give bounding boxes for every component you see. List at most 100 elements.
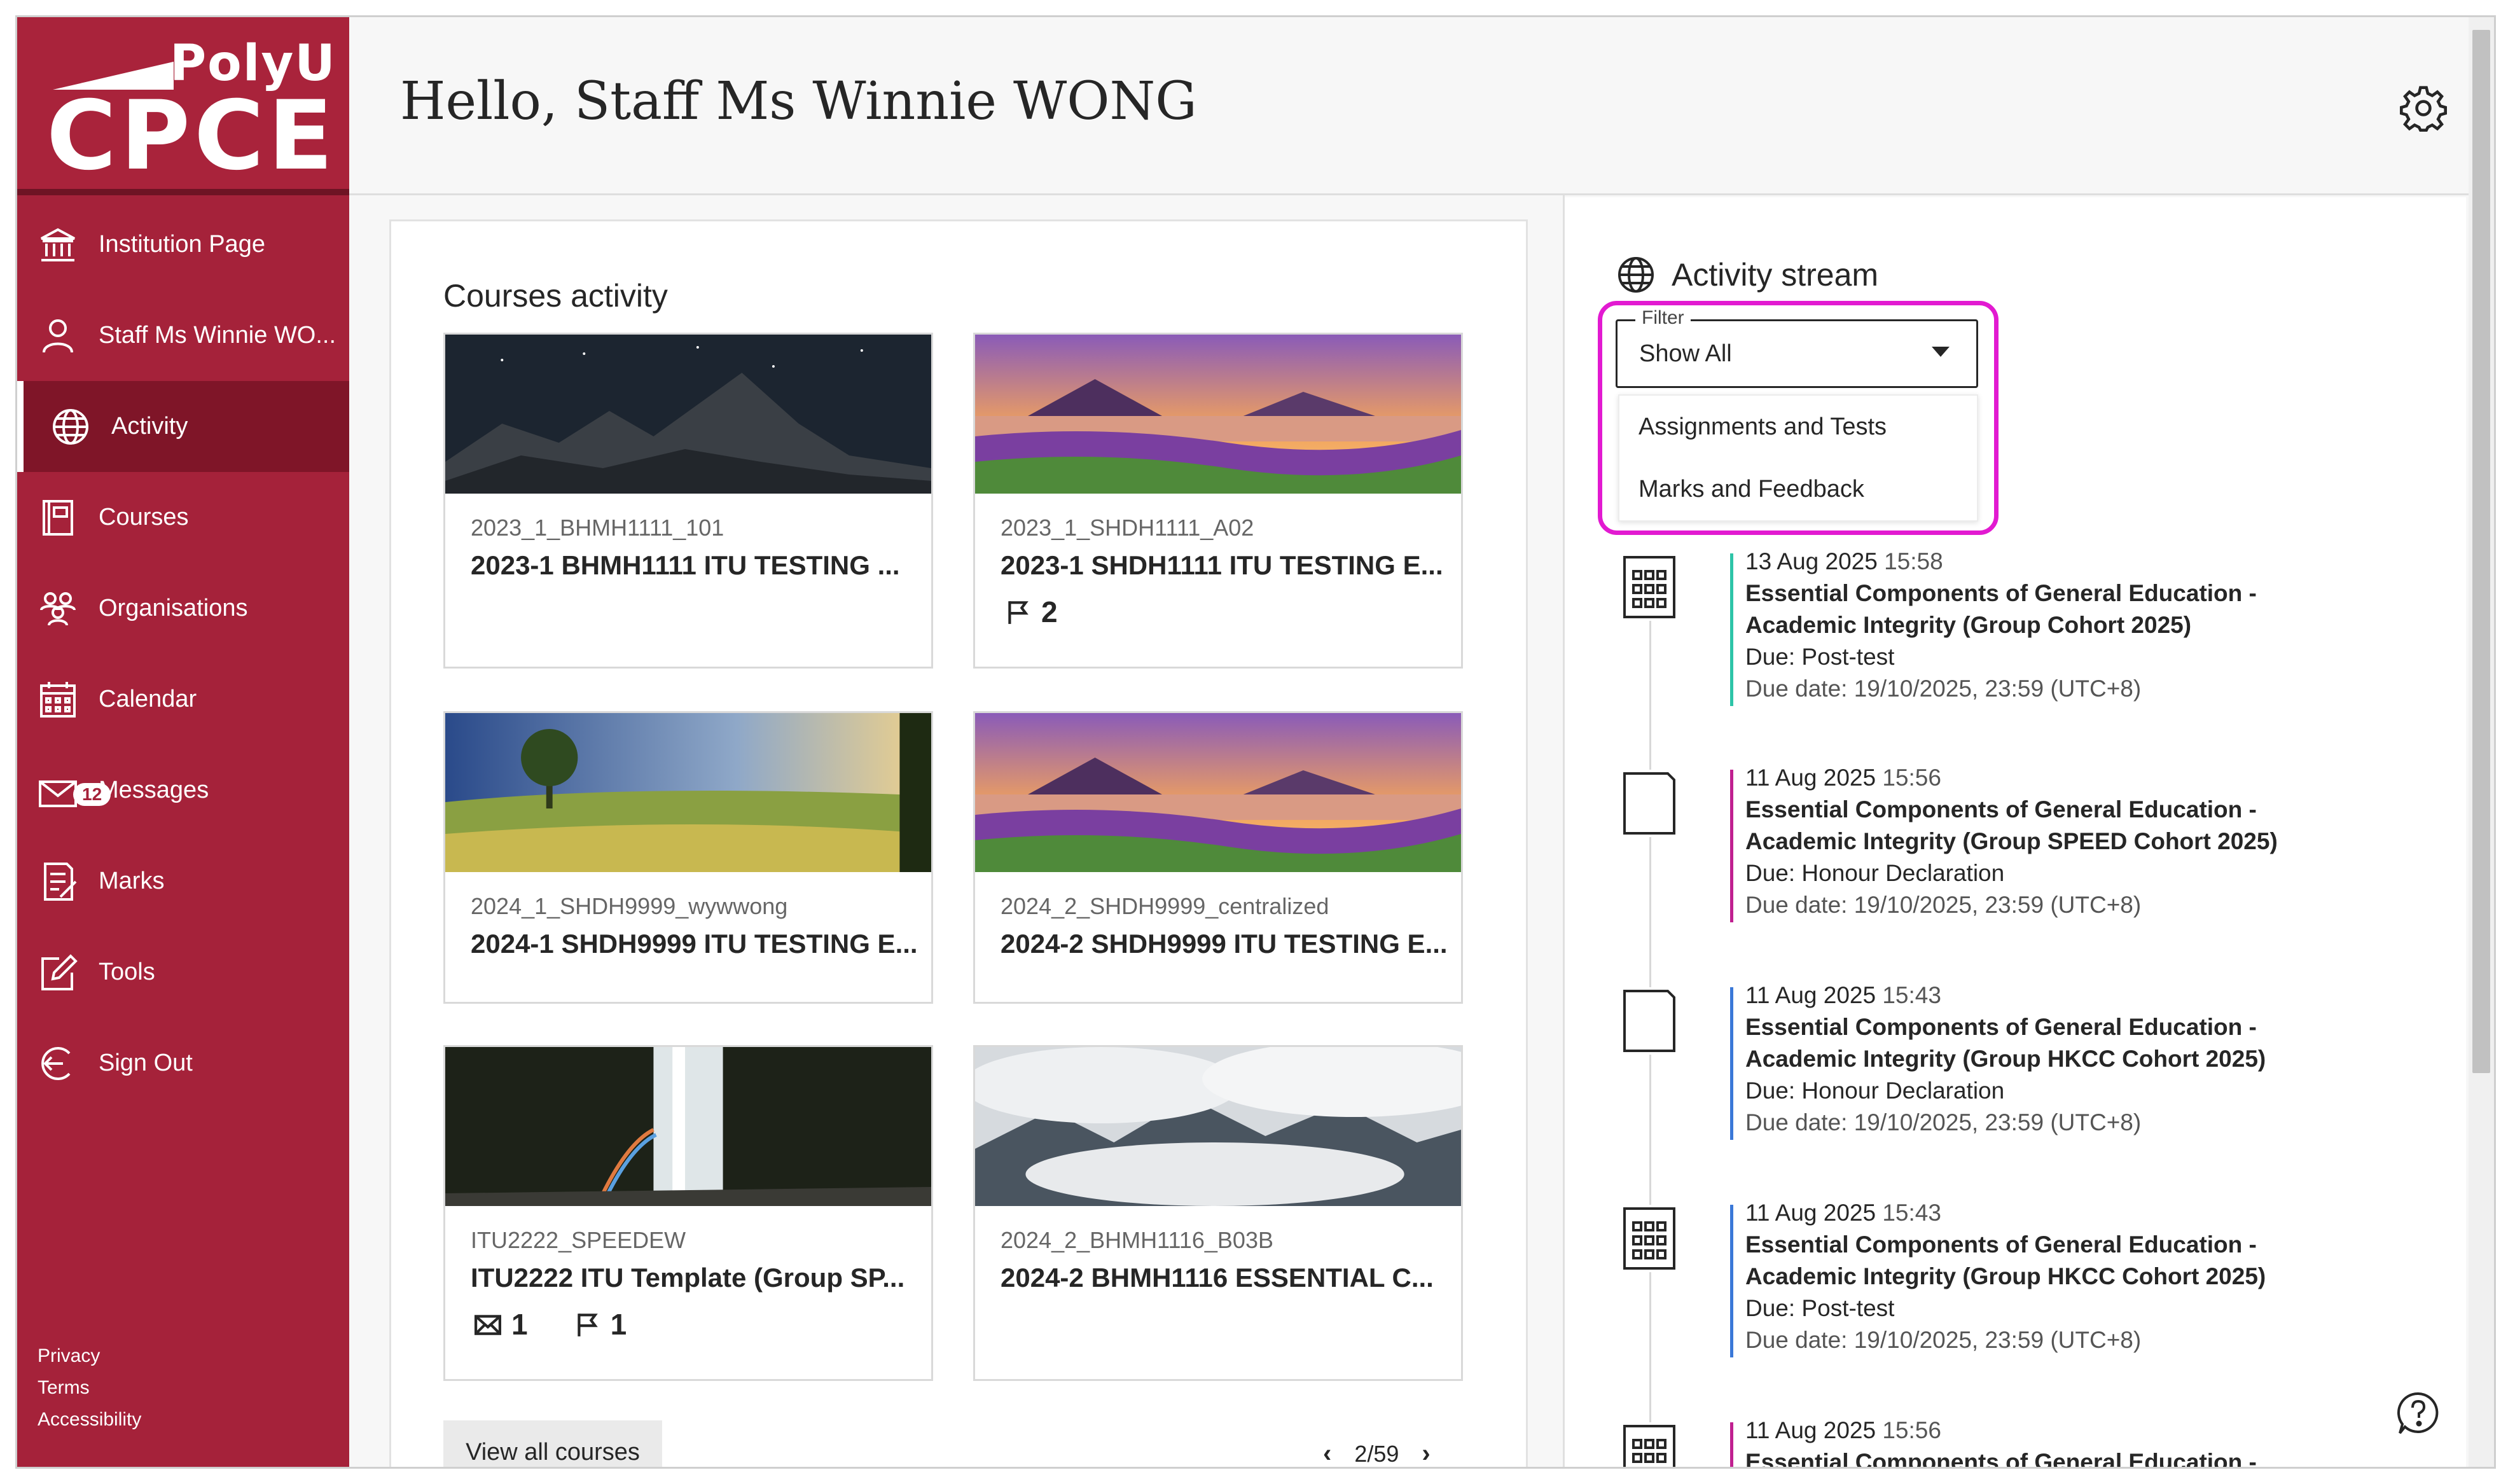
course-meta: 2 [1004, 595, 1461, 629]
event-due-date: Due date: 19/10/2025, 23:59 (UTC+8) [1745, 1109, 2142, 1135]
sidebar-item-label: Messages [99, 777, 209, 803]
page-scrollbar[interactable] [2469, 17, 2494, 1467]
organisations-icon [36, 587, 80, 630]
help-icon[interactable] [2396, 1391, 2441, 1436]
course-image-meadow [445, 713, 931, 872]
courses-activity-panel: Courses activity 2023_1_BHMH1111_101 202… [389, 219, 1528, 1467]
course-title[interactable]: 2024-1 SHDH9999 ITU TESTING E... [471, 929, 931, 959]
sidebar-item-courses[interactable]: Courses [17, 472, 349, 563]
course-image-waterfall [445, 1047, 931, 1206]
event-time: 15:43 [1882, 1200, 1941, 1226]
gear-icon[interactable] [2400, 85, 2447, 132]
course-code: 2023_1_SHDH1111_A02 [1001, 515, 1254, 541]
event-color-bar [1730, 987, 1733, 1140]
polyu-cpce-logo[interactable]: PolyU CPCE [17, 17, 349, 195]
event-time: 15:43 [1882, 982, 1941, 1008]
flag-count: 2 [1041, 595, 1058, 628]
sidebar-item-profile[interactable]: Staff Ms Winnie WO... [17, 290, 349, 381]
sidebar-item-tools[interactable]: Tools [17, 927, 349, 1018]
privacy-link[interactable]: Privacy [38, 1340, 141, 1372]
stream-event[interactable]: 11 Aug 2025 15:56 Essential Components o… [1616, 1417, 2442, 1467]
event-text: 11 Aug 2025 15:43 Essential Components o… [1745, 980, 2266, 1139]
course-image-clouds-mountain [962, 1041, 1506, 1206]
sidebar-item-institution-page[interactable]: Institution Page [17, 199, 349, 290]
sidebar-nav: Institution Page Staff Ms Winnie WO... A… [17, 199, 349, 1109]
filter-highlight-outline [1598, 301, 1999, 535]
course-card[interactable]: 2023_1_SHDH1111_A02 2023-1 SHDH1111 ITU … [973, 333, 1463, 669]
sidebar-item-label: Organisations [99, 595, 248, 621]
course-code: 2024_2_BHMH1116_B03B [1001, 1227, 1273, 1253]
view-all-courses-button[interactable]: View all courses [443, 1420, 662, 1467]
stream-event[interactable]: 11 Aug 2025 15:43 Essential Components o… [1616, 1200, 2442, 1357]
event-date: 11 Aug 2025 [1745, 765, 1876, 791]
course-card[interactable]: 2024_2_BHMH1116_B03B 2024-2 BHMH1116 ESS… [962, 1041, 1506, 1381]
course-meta: 1 1 [475, 1307, 931, 1342]
sidebar-item-messages[interactable]: 12 Messages [17, 745, 349, 836]
page-header: Hello, Staff Ms Winnie WONG [349, 17, 2494, 195]
course-title[interactable]: 2024-2 BHMH1116 ESSENTIAL C... [1001, 1263, 1461, 1293]
course-code: 2023_1_BHMH1111_101 [471, 515, 724, 541]
sidebar-item-organisations[interactable]: Organisations [17, 563, 349, 654]
envelope-icon [475, 1315, 501, 1335]
event-name-line1[interactable]: Essential Components of General Educatio… [1745, 1011, 2266, 1043]
app-window: PolyU CPCE Institution Page Staff Ms Win… [15, 15, 2496, 1469]
stream-event[interactable]: 13 Aug 2025 15:58 Essential Components o… [1616, 548, 2442, 706]
event-name-line1[interactable]: Essential Components of General Educatio… [1745, 578, 2257, 609]
course-card[interactable]: 2024_2_SHDH9999_centralized 2024-2 SHDH9… [973, 711, 1463, 1004]
course-title[interactable]: 2023-1 SHDH1111 ITU TESTING E... [1001, 550, 1461, 581]
terms-link[interactable]: Terms [38, 1372, 141, 1404]
globe-icon [49, 405, 92, 448]
event-name-line1[interactable]: Essential Components of General Educatio… [1745, 1229, 2266, 1261]
activity-stream-panel: Activity stream Filter Show All Assignme… [1565, 197, 2466, 1467]
sidebar-item-label: Sign Out [99, 1050, 193, 1076]
marks-icon [36, 860, 80, 903]
sidebar-item-label: Courses [99, 504, 189, 530]
page-indicator: 2/59 [1354, 1440, 1399, 1467]
course-card[interactable]: 2024_1_SHDH9999_wywwong 2024-1 SHDH9999 … [443, 711, 933, 1004]
event-text: 11 Aug 2025 15:43 Essential Components o… [1745, 1197, 2266, 1356]
assignment-icon [1616, 987, 1683, 1055]
event-name-line2[interactable]: Academic Integrity (Group SPEED Cohort 2… [1745, 826, 2278, 857]
course-title[interactable]: 2023-1 BHMH1111 ITU TESTING ... [471, 550, 931, 581]
event-due: Due: Post-test [1745, 644, 1895, 670]
user-icon [36, 314, 80, 357]
event-color-bar [1730, 1205, 1733, 1357]
test-icon [1616, 1422, 1683, 1467]
sidebar-item-calendar[interactable]: Calendar [17, 654, 349, 745]
messages-badge: 12 [73, 782, 111, 806]
event-due-date: Due date: 19/10/2025, 23:59 (UTC+8) [1745, 1327, 2142, 1353]
courses-pager: ‹ 2/59 › [1323, 1439, 1431, 1467]
sidebar-item-label: Marks [99, 868, 165, 894]
sidebar-item-label: Calendar [99, 686, 197, 712]
flag-count: 1 [610, 1308, 627, 1341]
event-name-line2[interactable]: Academic Integrity (Group Cohort 2025) [1745, 609, 2257, 641]
event-due-date: Due date: 19/10/2025, 23:59 (UTC+8) [1745, 676, 2142, 702]
chevron-left-icon[interactable]: ‹ [1323, 1439, 1331, 1467]
event-name-line2[interactable]: Academic Integrity (Group HKCC Cohort 20… [1745, 1043, 2266, 1075]
sidebar-item-marks[interactable]: Marks [17, 836, 349, 927]
envelope-icon: 12 [36, 769, 111, 812]
course-title[interactable]: ITU2222 ITU Template (Group SP... [471, 1263, 931, 1293]
course-title[interactable]: 2024-2 SHDH9999 ITU TESTING E... [1001, 929, 1461, 959]
sidebar-item-sign-out[interactable]: Sign Out [17, 1018, 349, 1109]
activity-stream-heading: Activity stream [1616, 254, 1878, 295]
event-name-line1[interactable]: Essential Components of General Educatio… [1745, 794, 2278, 826]
flag-icon [577, 1314, 598, 1336]
event-name-line1[interactable]: Essential Components of General Educatio… [1745, 1446, 2257, 1467]
sidebar-item-activity[interactable]: Activity [17, 381, 349, 472]
course-card[interactable]: ITU2222_SPEEDEW ITU2222 ITU Template (Gr… [443, 1045, 933, 1381]
accessibility-link[interactable]: Accessibility [38, 1404, 141, 1436]
stream-event[interactable]: 11 Aug 2025 15:43 Essential Components o… [1616, 982, 2442, 1140]
event-text: 13 Aug 2025 15:58 Essential Components o… [1745, 546, 2257, 705]
event-due-date: Due date: 19/10/2025, 23:59 (UTC+8) [1745, 892, 2142, 918]
chevron-right-icon[interactable]: › [1422, 1439, 1430, 1467]
event-name-line2[interactable]: Academic Integrity (Group HKCC Cohort 20… [1745, 1261, 2266, 1293]
stream-event[interactable]: 11 Aug 2025 15:56 Essential Components o… [1616, 765, 2442, 922]
logo-cpce-text: CPCE [46, 81, 337, 191]
event-text: 11 Aug 2025 15:56 Essential Components o… [1745, 1415, 2257, 1467]
event-text: 11 Aug 2025 15:56 Essential Components o… [1745, 762, 2278, 921]
course-image-lake-flowers [975, 713, 1461, 872]
message-count: 1 [511, 1308, 528, 1341]
scrollbar-thumb[interactable] [2472, 30, 2490, 1073]
course-card[interactable]: 2023_1_BHMH1111_101 2023-1 BHMH1111 ITU … [443, 333, 933, 669]
